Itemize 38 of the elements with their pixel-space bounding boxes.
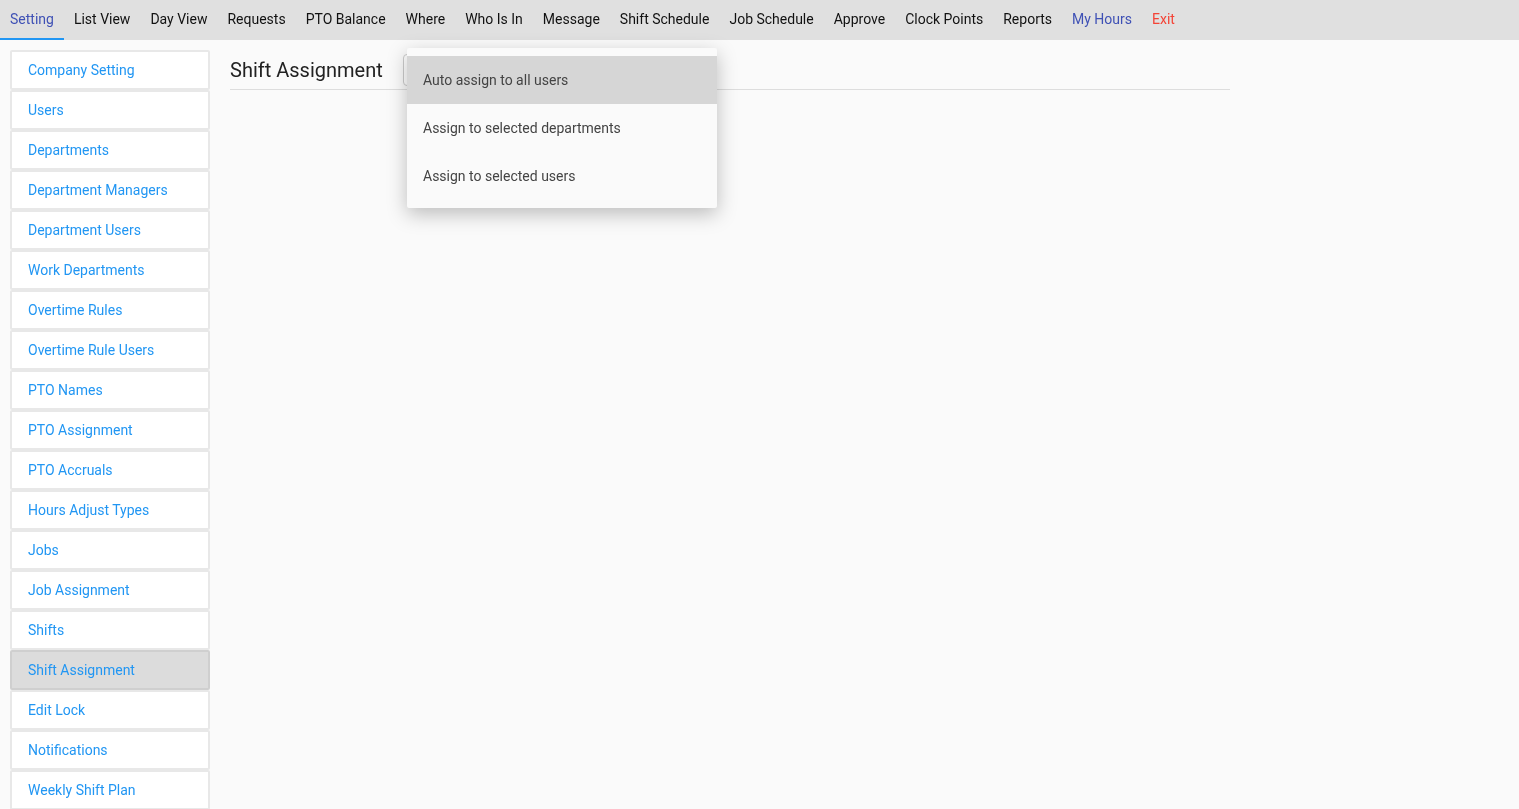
nav-tab[interactable]: Shift Schedule: [609, 0, 720, 40]
nav-tab[interactable]: Approve: [823, 0, 896, 40]
sidebar-item[interactable]: Company Setting: [10, 50, 210, 90]
dropdown-option[interactable]: Auto assign to all users: [407, 56, 717, 104]
sidebar-item[interactable]: Overtime Rule Users: [10, 330, 210, 370]
sidebar-item[interactable]: Department Managers: [10, 170, 210, 210]
page-title: Shift Assignment: [230, 56, 383, 84]
sidebar-item[interactable]: PTO Accruals: [10, 450, 210, 490]
sidebar-item[interactable]: Notifications: [10, 730, 210, 770]
sidebar-item[interactable]: Work Departments: [10, 250, 210, 290]
nav-tab[interactable]: My Hours: [1062, 0, 1142, 40]
sidebar-item[interactable]: Jobs: [10, 530, 210, 570]
nav-tab[interactable]: Job Schedule: [719, 0, 824, 40]
nav-tab[interactable]: Setting: [0, 0, 64, 40]
nav-tab[interactable]: Who Is In: [455, 0, 533, 40]
nav-tab[interactable]: Day View: [140, 0, 218, 40]
dropdown-option[interactable]: Assign to selected users: [407, 152, 717, 200]
sidebar-item[interactable]: Weekly Shift Plan: [10, 770, 210, 809]
sidebar-item[interactable]: Job Assignment: [10, 570, 210, 610]
nav-tab[interactable]: Message: [532, 0, 610, 40]
sidebar-item[interactable]: PTO Names: [10, 370, 210, 410]
nav-tab[interactable]: List View: [63, 0, 141, 40]
sidebar-item[interactable]: PTO Assignment: [10, 410, 210, 450]
sidebar-item[interactable]: Department Users: [10, 210, 210, 250]
sidebar-item[interactable]: Users: [10, 90, 210, 130]
dropdown-option[interactable]: Assign to selected departments: [407, 104, 717, 152]
sidebar-item[interactable]: Overtime Rules: [10, 290, 210, 330]
sidebar-item[interactable]: Edit Lock: [10, 690, 210, 730]
sidebar-item[interactable]: Departments: [10, 130, 210, 170]
nav-tab[interactable]: PTO Balance: [295, 0, 396, 40]
nav-tab[interactable]: Clock Points: [895, 0, 994, 40]
sidebar-item[interactable]: Shift Assignment: [10, 650, 210, 690]
nav-tab[interactable]: Exit: [1142, 0, 1185, 40]
nav-tab[interactable]: Reports: [993, 0, 1063, 40]
nav-tab[interactable]: Requests: [217, 0, 296, 40]
sidebar-item[interactable]: Hours Adjust Types: [10, 490, 210, 530]
nav-tab[interactable]: Where: [395, 0, 456, 40]
sidebar-item[interactable]: Shifts: [10, 610, 210, 650]
